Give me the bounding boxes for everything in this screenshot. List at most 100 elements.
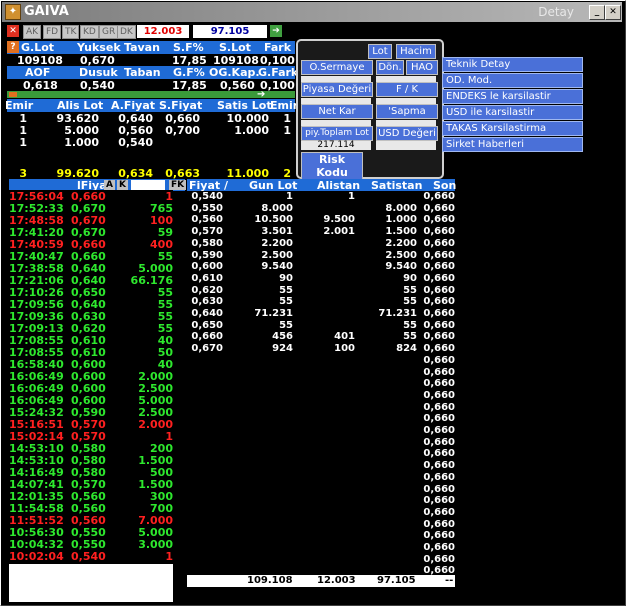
fk-button[interactable]: F / K [376,82,438,97]
toolbar: ✕ AK FD TK KD GR DK 12.003 97.105 ➔ [2,23,622,40]
son-cell: 0,660 [423,425,455,436]
depth-cell: 55 [403,331,417,343]
hdr-gfark: G.Fark [258,66,299,79]
don-button[interactable]: Dön. [376,60,404,75]
hdr-satislot: Satis Lot [217,99,272,112]
depth-cell: 71.231 [378,308,417,319]
depth-cell: 55 [279,296,293,308]
trade-row[interactable]: 15:02:14 0,570 1 [9,430,173,443]
trade-row[interactable]: 10:04:32 0,550 3.000 [9,538,173,551]
trade-row[interactable]: 16:06:49 0,600 5.000 [9,394,173,407]
depth-cell: 9.540 [385,261,417,273]
trade-row[interactable]: 16:06:49 0,600 2.000 [9,370,173,383]
trade-row[interactable]: 17:56:04 0,660 1 [9,190,173,203]
menu-teknik-detay[interactable]: Teknik Detay [442,57,583,72]
trade-row[interactable]: 14:53:10 0,580 1.500 [9,454,173,467]
tab-tk[interactable]: TK [62,25,80,39]
trade-row[interactable]: 17:09:13 0,620 55 [9,322,173,335]
netkar-button[interactable]: Net Kar [301,104,373,119]
order-cell: 1 [19,136,27,149]
menu-endeks[interactable]: ENDEKS le karsilastir [442,89,583,104]
son-cell: 0,660 [423,518,455,530]
minimize-button[interactable]: _ [589,5,605,20]
trade-row[interactable]: 16:06:49 0,600 2.500 [9,382,173,395]
value-field[interactable]: 97.105 [193,25,267,38]
trade-row[interactable]: 17:38:58 0,640 5.000 [9,262,173,275]
trade-row[interactable]: 17:10:26 0,650 55 [9,286,173,299]
son-cell: 0,660 [423,354,455,366]
close-button[interactable]: ✕ [605,5,621,20]
depth-cell: 0,580 [191,237,223,249]
tab-ak[interactable]: AK [23,25,42,39]
trade-row[interactable]: 17:21:06 0,640 66.176 [9,274,173,287]
menu-takas[interactable]: TAKAS Karsilastirma [442,121,583,136]
usd-field [376,141,436,150]
summary-header-1: ? G.Lot Yuksek Tavan S.F% S.Lot Fark [7,41,295,54]
risk-button[interactable]: Risk Kodu [301,152,363,180]
warning-icon: ? [7,41,19,53]
sapma-button[interactable]: 'Sapma [376,104,438,119]
tab-gr[interactable]: GR [99,25,119,39]
tab-dk[interactable]: DK [117,25,136,39]
osermaye-button[interactable]: O.Sermaye [301,60,373,75]
arrow-right-icon[interactable]: ➔ [270,25,282,37]
depth-cell: 456 [272,331,293,343]
son-cell: 0,660 [423,413,455,425]
trade-row[interactable]: 12:01:35 0,560 300 [9,490,173,503]
trade-row[interactable]: 17:40:47 0,660 55 [9,250,173,263]
trade-row[interactable]: 17:48:58 0,670 100 [9,214,173,227]
volume-field[interactable]: 12.003 [137,25,189,38]
depth-cell: 1 [348,191,355,202]
hao-button[interactable]: HAO [406,60,438,75]
filter-k-button[interactable]: K [117,180,128,190]
trade-row[interactable]: 14:07:41 0,570 1.500 [9,478,173,491]
trade-row[interactable]: 17:41:20 0,670 59 [9,226,173,239]
usd-button[interactable]: USD Değeri [376,126,438,141]
depth-cell: 90 [403,272,417,284]
trade-row[interactable]: 15:24:32 0,590 2.500 [9,406,173,419]
menu-od-mod[interactable]: OD. Mod. [442,73,583,88]
depth-cell: 10.500 [254,214,293,226]
trade-row[interactable]: 17:40:59 0,660 400 [9,238,173,251]
trade-row[interactable]: 11:51:52 0,560 7.000 [9,514,173,527]
trade-row[interactable]: 14:53:10 0,580 200 [9,442,173,455]
hdr-sfiyat: S.Fiyat [159,99,203,112]
total-satistan: 97.105 [377,575,416,586]
tab-fd[interactable]: FD [43,25,62,39]
depth-cell: 1.000 [385,214,417,226]
hacim-button[interactable]: Hacim [396,44,436,59]
trade-row[interactable]: 17:09:56 0,640 55 [9,298,173,311]
filter-a-button[interactable]: A [104,180,115,190]
depth-cell: 55 [403,284,417,296]
depth-cell: 0,660 [423,191,455,202]
hdr-glot: G.Lot [21,41,55,54]
menu-usd[interactable]: USD ile karsilastir [442,105,583,120]
depth-cell: 0,550 [191,202,223,214]
trade-row[interactable]: 17:08:55 0,610 40 [9,334,173,347]
trade-row[interactable]: 10:56:30 0,550 5.000 [9,526,173,539]
filter-fk-button[interactable]: FK [169,180,187,190]
close-icon[interactable]: ✕ [7,25,19,37]
trade-row[interactable]: 16:58:40 0,600 40 [9,358,173,371]
trade-row[interactable]: 15:16:51 0,570 2.000 [9,418,173,431]
trade-row[interactable]: 10:02:04 0,540 1 [9,550,173,563]
son-cell: 0,660 [423,495,455,507]
trade-row[interactable]: 17:08:55 0,610 50 [9,346,173,359]
piytoplam-button[interactable]: piy.Toplam Lot [301,126,373,141]
summary-values-2: 0,618 0,540 17,85 0,560 0,100 [7,79,295,92]
depth-totals: 109.108 12.003 97.105 -- [187,575,455,587]
tab-kd[interactable]: KD [80,25,99,39]
trade-time: 10:02:04 [9,550,64,563]
trade-row[interactable]: 17:52:33 0,670 765 [9,202,173,215]
hdr-dusuk: Dusuk [79,66,118,79]
trade-row[interactable]: 17:09:36 0,630 55 [9,310,173,323]
filter-input[interactable] [131,180,165,190]
title-bar[interactable]: ✦ GAIVA Detay _ ✕ [2,2,622,22]
depth-cell: 2.500 [385,249,417,261]
piyasa-button[interactable]: Piyasa Değeri [301,82,373,97]
menu-haberler[interactable]: Sirket Haberleri [442,137,583,152]
lot-button[interactable]: Lot [368,44,392,59]
depth-cell: 0,650 [191,319,223,331]
trade-row[interactable]: 11:54:58 0,560 700 [9,502,173,515]
trade-row[interactable]: 14:16:49 0,580 500 [9,466,173,479]
